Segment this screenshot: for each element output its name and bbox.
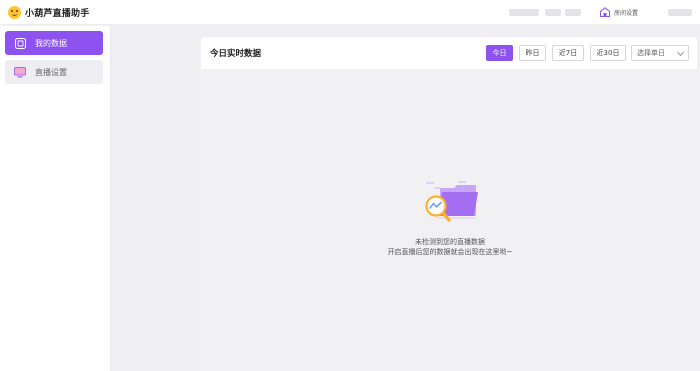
app-logo: 小葫芦直播助手 bbox=[8, 5, 90, 19]
filter-today-button[interactable]: 今日 bbox=[486, 45, 513, 61]
gourd-logo-icon bbox=[8, 5, 21, 19]
user-info-redacted bbox=[565, 9, 581, 16]
house-icon bbox=[600, 7, 610, 17]
user-info-redacted bbox=[509, 9, 539, 16]
chevron-down-icon bbox=[676, 48, 685, 57]
data-chart-icon bbox=[14, 37, 26, 49]
sidebar-item-my-data[interactable]: 我的数据 bbox=[5, 31, 103, 55]
date-select-dropdown[interactable]: 选择单日 bbox=[631, 45, 689, 61]
empty-state-subtitle: 开启直播后您的数据就会出现在这里哟~ bbox=[387, 248, 513, 256]
top-bar: 小葫芦直播助手 房间设置 bbox=[0, 0, 700, 25]
app-title: 小葫芦直播助手 bbox=[25, 8, 90, 19]
user-info-redacted bbox=[545, 9, 561, 16]
sidebar-item-live-settings[interactable]: 直播设置 bbox=[5, 60, 103, 84]
panel-header: 今日实时数据 今日 昨日 近7日 近30日 选择单日 bbox=[201, 37, 697, 69]
monitor-icon bbox=[14, 66, 26, 78]
empty-folder-magnifier-icon bbox=[425, 181, 478, 222]
sidebar-item-label: 直播设置 bbox=[35, 67, 67, 77]
date-select-placeholder: 选择单日 bbox=[637, 49, 665, 57]
room-settings-label: 房间设置 bbox=[614, 9, 639, 17]
username-redacted bbox=[668, 9, 692, 16]
page-title: 今日实时数据 bbox=[210, 49, 262, 59]
sidebar-item-label: 我的数据 bbox=[35, 38, 67, 48]
empty-state-title: 未检测到您的直播数据 bbox=[415, 238, 485, 246]
filter-30-days-button[interactable]: 近30日 bbox=[590, 45, 626, 61]
filter-7-days-button[interactable]: 近7日 bbox=[552, 45, 584, 61]
room-settings-button[interactable]: 房间设置 bbox=[599, 6, 638, 18]
sidebar: 我的数据 直播设置 bbox=[0, 26, 111, 371]
filter-yesterday-button[interactable]: 昨日 bbox=[519, 45, 546, 61]
